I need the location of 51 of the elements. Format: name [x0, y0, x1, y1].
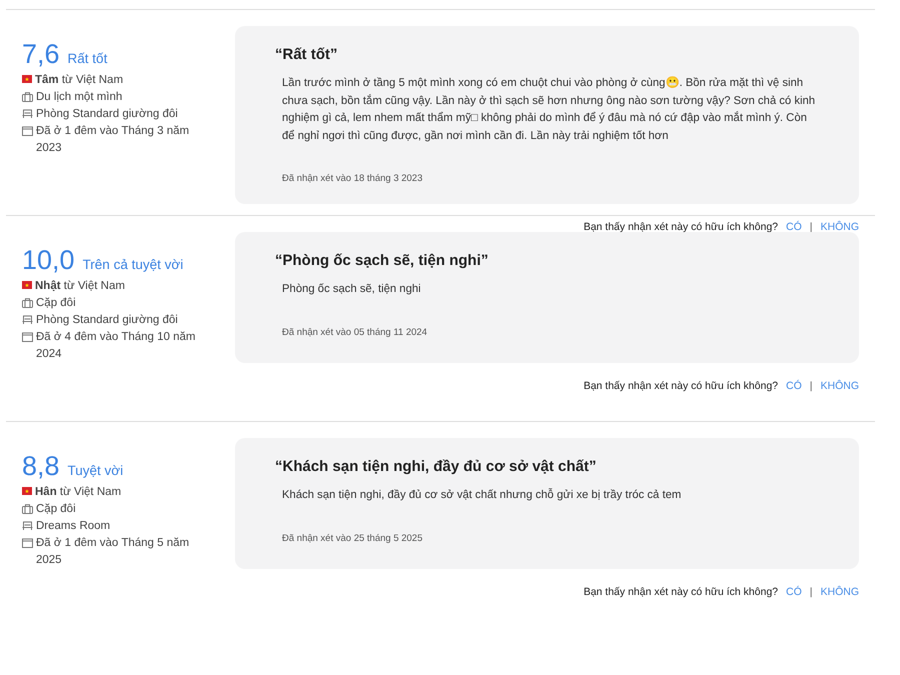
calendar-icon [22, 538, 33, 548]
review-title: “Phòng ốc sạch sẽ, tiện nghi” [275, 252, 490, 269]
review-date: Đã nhận xét vào 18 tháng 3 2023 [281, 173, 424, 184]
flag-icon [22, 487, 32, 495]
reviewer-name: Hân từ Việt Nam [35, 485, 122, 500]
reviewer-name: Tâm từ Việt Nam [35, 73, 124, 88]
separator: | [810, 221, 812, 233]
stay-info: Đã ở 1 đêm vào Tháng 5 năm 2025 [36, 536, 190, 568]
trip-type: Cặp đôi [36, 502, 76, 517]
helpful-question: Bạn thấy nhận xét này có hữu ích không? [584, 221, 778, 233]
stay-info: Đã ở 1 đêm vào Tháng 3 năm 2023 [36, 124, 190, 156]
review-text: Phòng ốc sạch sẽ, tiện nghi [281, 282, 422, 297]
review-text: Khách sạn tiện nghi, đầy đủ cơ sở vật chất nhưng chỗ gửi xe bị trầy tróc cả tem [281, 487, 682, 503]
flag-icon [22, 281, 32, 289]
review-title: “Rất tốt” [275, 46, 338, 63]
suitcase-icon [22, 298, 33, 308]
calendar-icon [22, 126, 33, 136]
yes-link[interactable]: CÓ [786, 221, 802, 233]
bed-icon [22, 109, 33, 119]
trip-type: Cặp đôi [36, 296, 76, 311]
no-link[interactable]: KHÔNG [820, 221, 859, 233]
yes-link[interactable]: CÓ [786, 380, 802, 392]
room-type: Phòng Standard giường đôi [36, 107, 178, 122]
no-link[interactable]: KHÔNG [820, 586, 859, 598]
review-score: 8,8 [22, 452, 60, 480]
room-type: Phòng Standard giường đôi [36, 313, 178, 328]
separator: | [810, 380, 812, 392]
calendar-icon [22, 332, 33, 342]
review-score: 10,0 [22, 246, 75, 274]
score-label: Tuyệt vời [68, 463, 124, 478]
yes-link[interactable]: CÓ [786, 586, 802, 598]
score-label: Trên cả tuyệt vời [82, 257, 184, 272]
reviewer-name: Nhật từ Việt Nam [35, 279, 125, 294]
review-title: “Khách sạn tiện nghi, đầy đủ cơ sở vật chất” [275, 458, 598, 475]
no-link[interactable]: KHÔNG [820, 380, 859, 392]
bed-icon [22, 315, 33, 325]
review-text: Lần trước mình ở tầng 5 một mình xong có em chuột chui vào phòng ở cùng😬. Bồn rửa mặt thì vệ sinh chưa sạch, bồn tắm cũng vậy. Lần này ở thì sạch sẽ hơn nhưng ông nào sơn tường vậy? Sơn chả có kinh nghiệm gì cả, lem nhem mất thẩm mỹ□ không phải do mình để ý đâu mà nó cứ đập vào mắt mình ý. Còn để nghỉ ngơi thì cũng được, gần nơi mình cần đi. Lần này trải nghiệm tốt hơn [281, 75, 816, 144]
flag-icon [22, 75, 32, 83]
review-date: Đã nhận xét vào 25 tháng 5 2025 [281, 532, 424, 544]
review-date: Đã nhận xét vào 05 tháng 11 2024 [281, 326, 428, 338]
separator: | [810, 586, 812, 598]
stay-info: Đã ở 4 đêm vào Tháng 10 năm 2024 [36, 330, 196, 362]
suitcase-icon [22, 92, 33, 102]
room-type: Dreams Room [36, 519, 110, 534]
score-label: Rất tốt [68, 51, 108, 66]
helpful-question: Bạn thấy nhận xét này có hữu ích không? [584, 380, 778, 392]
helpful-question: Bạn thấy nhận xét này có hữu ích không? [584, 586, 778, 598]
bed-icon [22, 521, 33, 531]
trip-type: Du lịch một mình [36, 90, 122, 105]
review-score: 7,6 [22, 40, 60, 68]
suitcase-icon [22, 504, 33, 514]
